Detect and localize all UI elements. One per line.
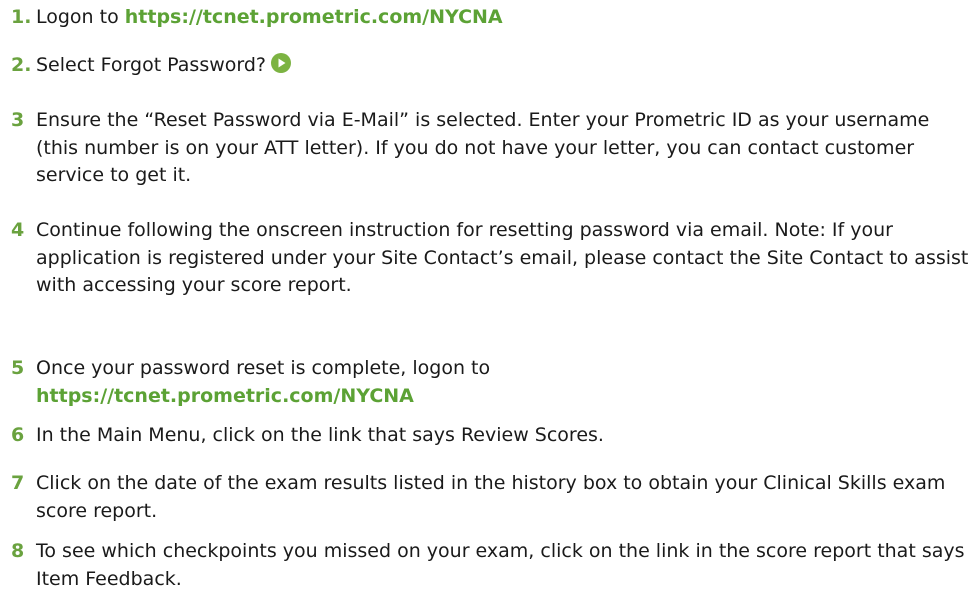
step-text: Select Forgot Password? [36, 52, 969, 80]
step-text: Ensure the “Reset Password via E-Mail” i… [36, 109, 930, 186]
step-5-prefix: Once your password reset is complete, lo… [36, 357, 491, 379]
instruction-list: 1. Logon to https://tcnet.prometric.com/… [0, 0, 969, 594]
step-text: Once your password reset is complete, lo… [36, 355, 969, 410]
step-number: 5 [11, 357, 25, 379]
step-number: 8 [11, 540, 25, 562]
step-number: 6 [11, 424, 25, 446]
step-number: 7 [11, 472, 25, 494]
step-text: Logon to https://tcnet.prometric.com/NYC… [36, 4, 969, 32]
step-text: Click on the date of the exam results li… [36, 472, 946, 522]
play-circle-icon[interactable] [270, 52, 292, 74]
step-number: 1. [11, 6, 32, 28]
step-text: Continue following the onscreen instruct… [36, 219, 969, 296]
step-text: To see which checkpoints you missed on y… [36, 540, 965, 590]
step-number: 3 [11, 109, 25, 131]
prometric-login-link[interactable]: https://tcnet.prometric.com/NYCNA [125, 6, 503, 28]
step-1-prefix: Logon to [36, 6, 125, 28]
step-text: In the Main Menu, click on the link that… [36, 424, 604, 446]
prometric-login-link[interactable]: https://tcnet.prometric.com/NYCNA [36, 385, 414, 407]
step-2-text: Select Forgot Password? [36, 54, 267, 76]
step-number: 2. [11, 54, 32, 76]
step-number: 4 [11, 219, 25, 241]
